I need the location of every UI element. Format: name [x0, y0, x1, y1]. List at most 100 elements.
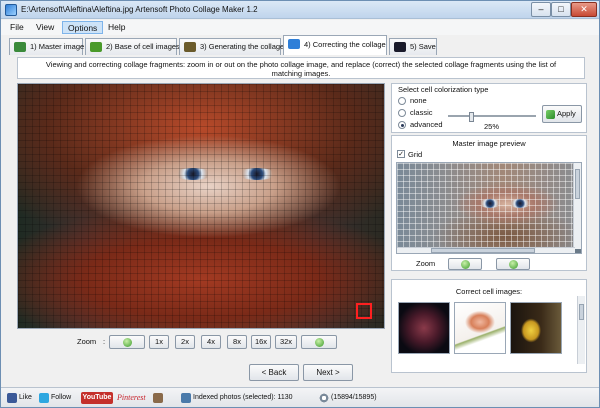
photos-icon [181, 393, 191, 403]
progress-label: (15894/15895) [331, 394, 377, 401]
scroll-thumb[interactable] [579, 304, 584, 320]
app-window: E:\Artensoft\Aleftina\Aleftina.jpg Arten… [0, 0, 600, 408]
tab-label: 4) Correcting the collage [304, 40, 386, 49]
menu-view[interactable]: View [31, 21, 59, 34]
zoom-4x-button[interactable]: 4x [201, 335, 221, 349]
master-preview-image[interactable] [396, 162, 582, 254]
slider-thumb[interactable] [468, 112, 474, 122]
grid-label: Grid [408, 150, 423, 159]
preview-title: Master image preview [452, 139, 526, 148]
right-panel: Select cell colorization type none class… [391, 83, 587, 373]
colorization-title: Select cell colorization type [398, 85, 489, 94]
tab-generating[interactable]: 3) Generating the collage [179, 38, 285, 55]
collage-zoom-bar: Zoom : 1x 2x 4x 8x 16x 32x [17, 335, 385, 351]
radio-dot-selected [398, 121, 406, 129]
cell-base-icon [90, 42, 102, 52]
zoom-out-icon [460, 259, 470, 269]
tab-cell-base[interactable]: 2) Base of cell images [85, 38, 180, 55]
preview-hscroll[interactable] [397, 247, 575, 253]
zoom-in-button[interactable] [301, 335, 337, 349]
preview-zoom-in-button[interactable] [496, 258, 530, 270]
zoom-label: Zoom [77, 337, 97, 346]
indexed-photos-status: Indexed photos (selected): 1130 [181, 392, 293, 404]
zoom-separator: : [103, 337, 106, 346]
preview-zoom-out-button[interactable] [448, 258, 482, 270]
tab-correcting[interactable]: 4) Correcting the collage [283, 35, 387, 55]
master-image-icon [14, 42, 26, 52]
master-preview-group: Master image preview ✓ Grid Zoom [391, 135, 587, 271]
preview-vscroll[interactable] [573, 163, 581, 249]
zoom-1x-button[interactable]: 1x [149, 335, 169, 349]
cell-image-thumb[interactable] [454, 302, 506, 354]
radio-advanced[interactable]: advanced [398, 120, 443, 130]
next-button[interactable]: Next > [303, 364, 353, 381]
menu-help[interactable]: Help [103, 21, 130, 34]
title-bar: E:\Artensoft\Aleftina\Aleftina.jpg Arten… [1, 1, 599, 19]
tab-label: 3) Generating the collage [200, 42, 285, 51]
instagram-icon [153, 393, 163, 403]
tab-save[interactable]: 5) Save [389, 38, 437, 55]
zoom-2x-button[interactable]: 2x [175, 335, 195, 349]
scroll-thumb[interactable] [431, 248, 535, 253]
tab-label: 2) Base of cell images [106, 42, 180, 51]
maximize-button[interactable]: □ [551, 2, 571, 17]
zoom-in-icon [508, 259, 518, 269]
magic-wand-icon [184, 42, 196, 52]
colorization-slider[interactable] [448, 112, 536, 122]
radio-label: advanced [410, 120, 443, 129]
zoom-32x-button[interactable]: 32x [275, 335, 297, 349]
back-button[interactable]: < Back [249, 364, 299, 381]
status-bar: Like Follow YouTube Pinterest Indexed ph… [1, 387, 599, 407]
cell-image-thumb[interactable] [510, 302, 562, 354]
cube-icon [288, 39, 300, 49]
preview-eye-left [479, 199, 501, 208]
thumbs-vscroll[interactable] [577, 296, 585, 364]
like-label: Like [19, 394, 32, 401]
correct-cells-title: Correct cell images: [455, 287, 523, 296]
zoom-8x-button[interactable]: 8x [227, 335, 247, 349]
facebook-like-button[interactable]: Like [7, 392, 32, 404]
preview-zoom-label: Zoom [416, 259, 436, 268]
twitter-follow-button[interactable]: Follow [39, 392, 71, 404]
youtube-button[interactable]: YouTube [81, 392, 113, 404]
twitter-icon [39, 393, 49, 403]
app-icon [5, 4, 17, 16]
indexed-label: Indexed photos (selected): 1130 [193, 394, 293, 401]
cell-image-thumb[interactable] [398, 302, 450, 354]
step-description: Viewing and correcting collage fragments… [17, 57, 585, 79]
collage-image[interactable] [17, 83, 385, 329]
checkbox-box: ✓ [397, 150, 405, 158]
pinterest-button[interactable]: Pinterest [117, 392, 146, 404]
instagram-button[interactable] [153, 392, 165, 404]
radio-label: none [410, 96, 427, 105]
colorization-percent: 25% [484, 122, 500, 131]
zoom-out-icon [122, 338, 132, 348]
apply-icon [546, 110, 555, 119]
preview-zoom-bar: Zoom [392, 258, 588, 272]
tab-label: 5) Save [410, 42, 436, 51]
wizard-tabs: 1) Master image 2) Base of cell images 3… [1, 35, 599, 55]
radio-label: classic [410, 108, 433, 117]
apply-label: Apply [557, 109, 576, 118]
zoom-16x-button[interactable]: 16x [251, 335, 271, 349]
window-title: E:\Artensoft\Aleftina\Aleftina.jpg Arten… [21, 5, 258, 14]
radio-dot [398, 109, 406, 117]
floppy-icon [394, 42, 406, 52]
scroll-thumb[interactable] [575, 169, 580, 199]
grid-checkbox[interactable]: ✓ Grid [397, 150, 422, 159]
menu-options[interactable]: Options [62, 21, 104, 34]
facebook-icon [7, 393, 17, 403]
tab-master-image[interactable]: 1) Master image [9, 38, 84, 55]
radio-dot [398, 97, 406, 105]
apply-button[interactable]: Apply [542, 105, 582, 123]
selected-cell[interactable] [356, 303, 372, 319]
minimize-button[interactable]: – [531, 2, 551, 17]
follow-label: Follow [51, 394, 72, 401]
menu-file[interactable]: File [5, 21, 29, 34]
zoom-in-icon [314, 338, 324, 348]
colorization-group: Select cell colorization type none class… [391, 83, 587, 133]
radio-none[interactable]: none [398, 96, 427, 106]
close-button[interactable]: ✕ [571, 2, 597, 17]
zoom-out-button[interactable] [109, 335, 145, 349]
radio-classic[interactable]: classic [398, 108, 433, 118]
